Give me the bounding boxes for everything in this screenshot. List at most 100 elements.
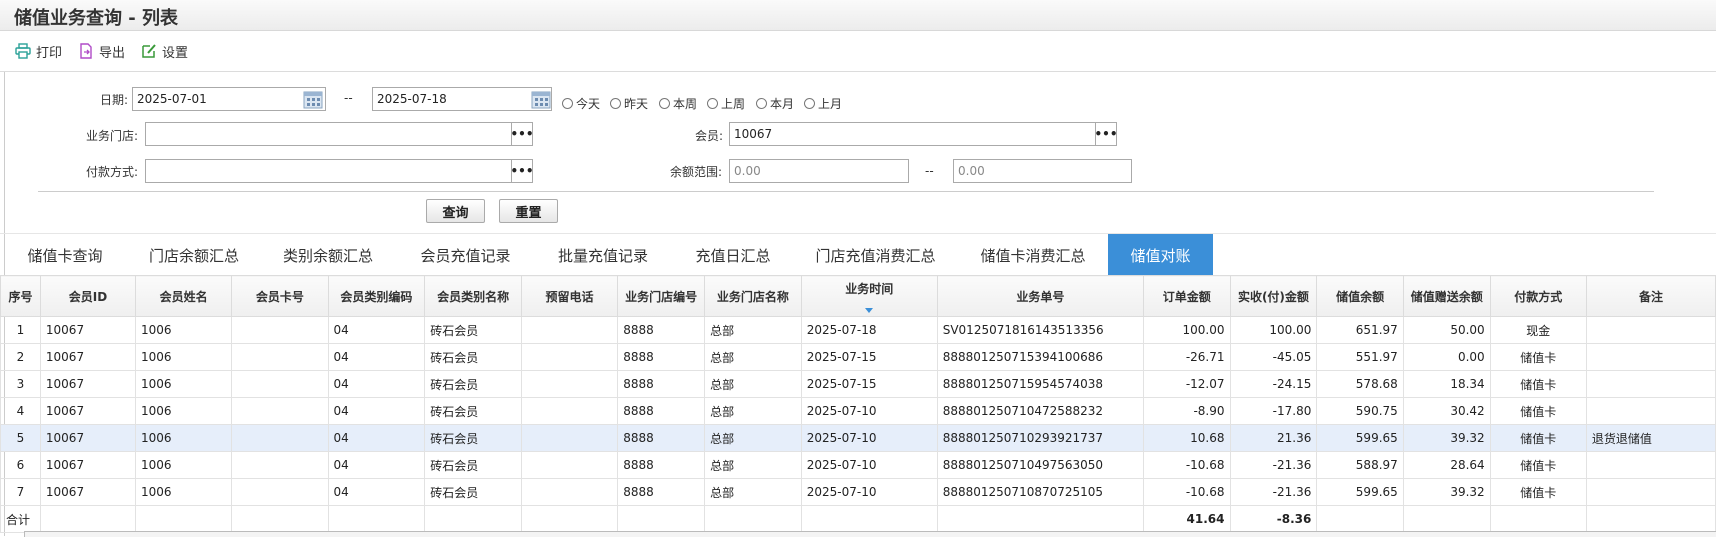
table-cell: 1006 (135, 316, 233, 344)
table-cell (520, 397, 619, 425)
table-header-row: 序号 会员ID 会员姓名 会员卡号 会员类别编码 会员类别名称 预留电话 业务门… (0, 275, 1716, 317)
print-button[interactable]: 打印 (15, 41, 62, 61)
tab-card-consumption-summary[interactable]: 储值卡消费汇总 (958, 234, 1108, 276)
table-cell (1316, 505, 1404, 533)
table-cell (520, 505, 619, 533)
table-cell: 砖石会员 (424, 343, 522, 371)
tab-member-recharge-records[interactable]: 会员充值记录 (398, 234, 533, 276)
table-row[interactable]: 2 10067 1006 04 砖石会员 8888 总部 2025-07-15 88880125… (0, 343, 1716, 371)
column-header[interactable]: 订单金额 (1143, 275, 1231, 317)
table-cell: 30.42 (1402, 397, 1491, 425)
table-cell: 10067 (39, 397, 137, 425)
query-button[interactable]: 查询 (426, 199, 485, 223)
table-cell: 04 (327, 478, 426, 506)
table-row[interactable]: 7 10067 1006 04 砖石会员 8888 总部 2025-07-10 88880125… (0, 478, 1716, 506)
calendar-icon[interactable] (531, 89, 551, 109)
balance-max-input[interactable] (953, 159, 1132, 183)
table-cell: 888801250710497563050 (936, 451, 1145, 479)
table-cell: 10067 (39, 343, 137, 371)
table-cell: 04 (327, 424, 426, 452)
store-picker-button[interactable]: ••• (511, 122, 534, 146)
table-cell (520, 424, 619, 452)
table-cell: 0.00 (1402, 343, 1491, 371)
store-label: 业务门店: (86, 129, 139, 143)
tab-stored-value-reconciliation[interactable]: 储值对账 (1108, 234, 1213, 276)
table-cell: 39.32 (1402, 424, 1491, 452)
sort-desc-icon (865, 308, 874, 313)
table-cell: 888801250715954574038 (936, 370, 1145, 398)
calendar-icon[interactable] (303, 89, 323, 109)
table-cell (1585, 397, 1716, 425)
column-header[interactable]: 业务门店编号 (617, 275, 706, 317)
radio-last-month[interactable]: 上月 (804, 95, 842, 112)
reconciliation-table: 序号 会员ID 会员姓名 会员卡号 会员类别编码 会员类别名称 预留电话 业务门… (0, 275, 1716, 533)
table-cell: 10067 (39, 316, 137, 344)
column-header[interactable]: 会员姓名 (135, 275, 233, 317)
radio-last-week[interactable]: 上周 (707, 95, 745, 112)
table-cell: 8888 (617, 451, 706, 479)
tab-batch-recharge-records[interactable]: 批量充值记录 (533, 234, 673, 276)
tab-category-balance-summary[interactable]: 类别余额汇总 (258, 234, 398, 276)
table-cell: 储值卡 (1489, 343, 1587, 371)
table-row[interactable]: 6 10067 1006 04 砖石会员 8888 总部 2025-07-10 88880125… (0, 451, 1716, 479)
table-cell: 砖石会员 (424, 397, 522, 425)
table-cell: 2025-07-15 (800, 370, 938, 398)
table-cell: 7 (0, 478, 41, 506)
column-header[interactable]: 付款方式 (1489, 275, 1587, 317)
date-to-input[interactable] (372, 87, 552, 111)
column-header[interactable]: 预留电话 (520, 275, 619, 317)
radio-circle (562, 98, 573, 109)
export-button[interactable]: 导出 (78, 41, 125, 61)
member-input[interactable] (729, 122, 1096, 146)
column-header[interactable]: 储值余额 (1316, 275, 1404, 317)
table-row[interactable]: 4 10067 1006 04 砖石会员 8888 总部 2025-07-10 88880125… (0, 397, 1716, 425)
table-cell (520, 370, 619, 398)
table-cell: 3 (0, 370, 41, 398)
table-cell: 2025-07-15 (800, 343, 938, 371)
column-header[interactable]: 备注 (1585, 275, 1716, 317)
tab-stored-card-query[interactable]: 储值卡查询 (0, 234, 130, 276)
filter-divider (38, 191, 1654, 192)
table-row[interactable]: 3 10067 1006 04 砖石会员 8888 总部 2025-07-15 88880125… (0, 370, 1716, 398)
table-cell: 2025-07-10 (800, 478, 938, 506)
settings-button[interactable]: 设置 (141, 41, 188, 61)
tab-store-balance-summary[interactable]: 门店余额汇总 (130, 234, 258, 276)
payment-method-picker-button[interactable]: ••• (511, 159, 534, 183)
table-cell: 888801250710472588232 (936, 397, 1145, 425)
payment-method-input[interactable] (145, 159, 512, 183)
table-cell: SV0125071816143513356 (936, 316, 1145, 344)
tab-recharge-daily-summary[interactable]: 充值日汇总 (673, 234, 793, 276)
column-header-sorted[interactable]: 业务时间 (800, 275, 938, 317)
balance-min-input[interactable] (729, 159, 909, 183)
column-header[interactable]: 实收(付)金额 (1229, 275, 1318, 317)
tab-store-recharge-consumption-summary[interactable]: 门店充值消费汇总 (793, 234, 958, 276)
column-header[interactable]: 业务门店名称 (704, 275, 802, 317)
table-cell (231, 451, 329, 479)
table-cell (1402, 505, 1491, 533)
member-picker-button[interactable]: ••• (1095, 122, 1118, 146)
horizontal-scrollbar[interactable] (24, 531, 1716, 537)
edit-settings-icon (142, 44, 156, 58)
column-header[interactable]: 业务单号 (936, 275, 1145, 317)
table-cell: 651.97 (1316, 316, 1404, 344)
column-header-label: 业务时间 (845, 282, 894, 296)
column-header[interactable]: 会员卡号 (231, 275, 329, 317)
radio-this-month[interactable]: 本月 (756, 95, 794, 112)
table-cell: 39.32 (1402, 478, 1491, 506)
table-cell: 砖石会员 (424, 424, 522, 452)
column-header[interactable]: 储值赠送余额 (1402, 275, 1491, 317)
member-label: 会员: (695, 129, 724, 143)
store-input[interactable] (145, 122, 512, 146)
table-cell: 总部 (704, 343, 802, 371)
table-row[interactable]: 1 10067 1006 04 砖石会员 8888 总部 2025-07-18 SV012507… (0, 316, 1716, 344)
table-row[interactable]: 5 10067 1006 04 砖石会员 8888 总部 2025-07-10 88880125… (0, 424, 1716, 452)
column-header[interactable]: 序号 (0, 275, 41, 317)
radio-this-week[interactable]: 本周 (659, 95, 697, 112)
column-header[interactable]: 会员类别编码 (327, 275, 426, 317)
date-from-input[interactable] (132, 87, 326, 111)
column-header[interactable]: 会员ID (39, 275, 137, 317)
column-header[interactable]: 会员类别名称 (424, 275, 522, 317)
reset-button[interactable]: 重置 (499, 199, 558, 223)
radio-yesterday[interactable]: 昨天 (610, 95, 648, 112)
radio-today[interactable]: 今天 (562, 95, 600, 112)
